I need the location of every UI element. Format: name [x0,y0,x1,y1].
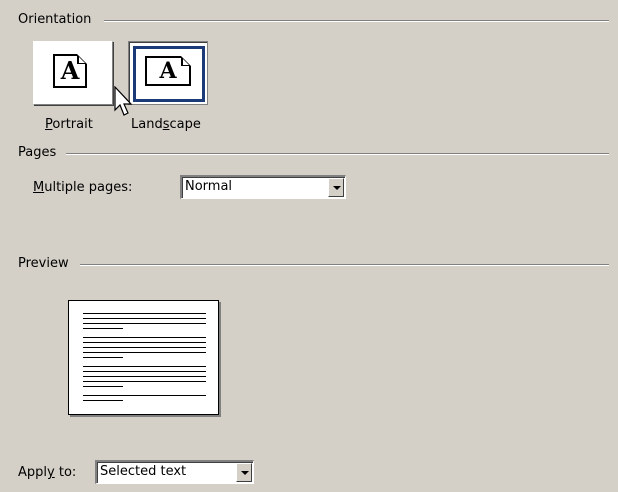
apply-to-select[interactable]: Selected text [95,460,254,484]
apply-to-mnemonic: y [47,465,55,480]
preview-text-line [83,328,123,329]
preview-text-line [83,386,123,387]
portrait-label[interactable]: Portrait [45,117,93,133]
mouse-pointer-icon [114,86,133,116]
portrait-label-rest: ortrait [52,117,93,132]
multiple-pages-value: Normal [185,179,233,194]
landscape-label[interactable]: Landscape [131,117,201,133]
preview-text-line [83,342,206,343]
preview-text-line [83,395,206,396]
apply-to-value: Selected text [100,464,187,479]
preview-text-line [83,381,206,382]
preview-text-line [83,371,206,372]
pages-legend: Pages [18,145,57,160]
landscape-label-rest: cape [169,117,201,132]
apply-to-label-prefix: Appl [18,465,48,480]
orientation-legend: Orientation [18,12,92,27]
apply-to-label-rest: to: [54,465,77,480]
preview-page [68,300,219,415]
apply-to-label: Apply to: [18,465,76,481]
multiple-pages-mnemonic: M [33,180,45,195]
landscape-button[interactable]: A [128,41,208,105]
preview-divider [80,264,609,266]
chevron-down-icon[interactable] [236,463,252,482]
multiple-pages-select[interactable]: Normal [180,175,346,199]
portrait-page-icon: A [53,54,87,88]
preview-text-line [83,313,206,314]
page-fold-icon [181,56,191,66]
orientation-divider [104,20,609,22]
landscape-page-icon: A [145,56,191,86]
page-fold-icon [77,54,87,64]
preview-text-line [83,400,123,401]
preview-legend: Preview [18,256,69,271]
chevron-down-icon[interactable] [328,178,344,197]
landscape-glyph-letter: A [159,58,177,84]
preview-text-line [83,352,206,353]
pages-divider [66,153,609,155]
preview-text-line [83,318,206,319]
preview-text-line [83,347,206,348]
preview-text-line [83,337,206,338]
multiple-pages-label-rest: ultiple pages: [44,180,133,195]
preview-text-line [83,366,206,367]
preview-text-line [83,357,123,358]
multiple-pages-label: Multiple pages: [33,180,132,196]
portrait-button[interactable]: A [33,41,113,105]
preview-text-line [83,376,206,377]
preview-text-line [83,323,206,324]
